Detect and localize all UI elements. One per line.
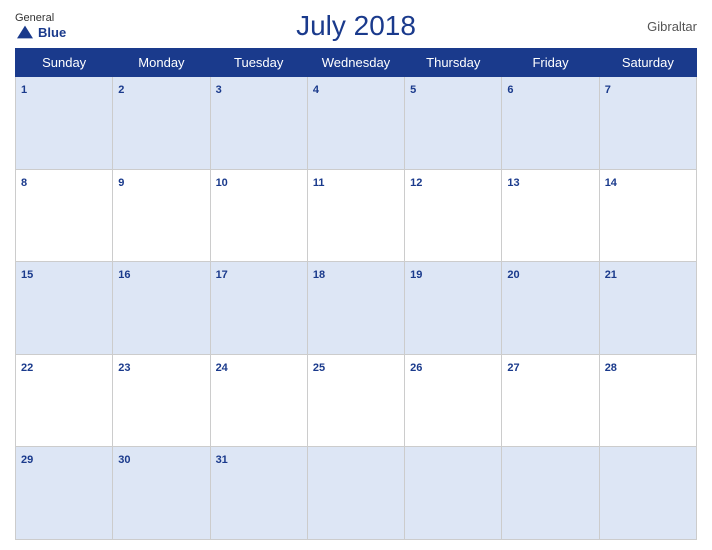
weekday-header-tuesday: Tuesday bbox=[210, 49, 307, 77]
date-number: 4 bbox=[313, 84, 319, 96]
weekday-header-thursday: Thursday bbox=[405, 49, 502, 77]
date-number: 6 bbox=[507, 84, 513, 96]
calendar-cell bbox=[599, 447, 696, 540]
calendar-cell: 29 bbox=[16, 447, 113, 540]
date-number: 26 bbox=[410, 362, 422, 374]
calendar-week-row: 8 9 10 11 12 13 14 bbox=[16, 169, 697, 262]
date-number: 31 bbox=[216, 454, 228, 466]
calendar-title: July 2018 bbox=[95, 10, 617, 42]
date-number: 10 bbox=[216, 177, 228, 189]
date-number: 3 bbox=[216, 84, 222, 96]
calendar-cell: 19 bbox=[405, 262, 502, 355]
calendar-cell: 15 bbox=[16, 262, 113, 355]
date-number: 30 bbox=[118, 454, 130, 466]
location-label: Gibraltar bbox=[617, 19, 697, 34]
date-number: 17 bbox=[216, 269, 228, 281]
calendar-week-row: 29 30 31 bbox=[16, 447, 697, 540]
calendar-cell: 23 bbox=[113, 354, 210, 447]
calendar-cell: 1 bbox=[16, 77, 113, 170]
calendar-table: SundayMondayTuesdayWednesdayThursdayFrid… bbox=[15, 48, 697, 540]
date-number: 22 bbox=[21, 362, 33, 374]
calendar-cell: 6 bbox=[502, 77, 599, 170]
calendar-cell: 2 bbox=[113, 77, 210, 170]
date-number: 9 bbox=[118, 177, 124, 189]
date-number: 12 bbox=[410, 177, 422, 189]
calendar-cell: 8 bbox=[16, 169, 113, 262]
weekday-header-row: SundayMondayTuesdayWednesdayThursdayFrid… bbox=[16, 49, 697, 77]
logo: General Blue bbox=[15, 12, 95, 40]
weekday-header-friday: Friday bbox=[502, 49, 599, 77]
date-number: 2 bbox=[118, 84, 124, 96]
date-number: 1 bbox=[21, 84, 27, 96]
date-number: 5 bbox=[410, 84, 416, 96]
date-number: 7 bbox=[605, 84, 611, 96]
calendar-cell: 14 bbox=[599, 169, 696, 262]
calendar-cell: 16 bbox=[113, 262, 210, 355]
calendar-cell: 9 bbox=[113, 169, 210, 262]
weekday-header-saturday: Saturday bbox=[599, 49, 696, 77]
calendar-cell: 31 bbox=[210, 447, 307, 540]
calendar-cell: 21 bbox=[599, 262, 696, 355]
weekday-header-monday: Monday bbox=[113, 49, 210, 77]
calendar-cell: 24 bbox=[210, 354, 307, 447]
calendar-cell: 27 bbox=[502, 354, 599, 447]
weekday-header-wednesday: Wednesday bbox=[307, 49, 404, 77]
date-number: 27 bbox=[507, 362, 519, 374]
date-number: 8 bbox=[21, 177, 27, 189]
date-number: 19 bbox=[410, 269, 422, 281]
calendar-cell: 3 bbox=[210, 77, 307, 170]
date-number: 13 bbox=[507, 177, 519, 189]
date-number: 14 bbox=[605, 177, 617, 189]
date-number: 28 bbox=[605, 362, 617, 374]
date-number: 23 bbox=[118, 362, 130, 374]
date-number: 29 bbox=[21, 454, 33, 466]
calendar-cell: 18 bbox=[307, 262, 404, 355]
calendar-cell: 13 bbox=[502, 169, 599, 262]
title-area: July 2018 bbox=[95, 10, 617, 42]
date-number: 11 bbox=[313, 177, 325, 189]
calendar-cell: 7 bbox=[599, 77, 696, 170]
date-number: 16 bbox=[118, 269, 130, 281]
calendar-cell: 5 bbox=[405, 77, 502, 170]
calendar-cell: 30 bbox=[113, 447, 210, 540]
calendar-cell: 25 bbox=[307, 354, 404, 447]
calendar-header: General Blue July 2018 Gibraltar bbox=[15, 10, 697, 42]
calendar-cell: 20 bbox=[502, 262, 599, 355]
calendar-week-row: 15 16 17 18 19 20 21 bbox=[16, 262, 697, 355]
calendar-cell: 4 bbox=[307, 77, 404, 170]
date-number: 24 bbox=[216, 362, 228, 374]
calendar-cell: 12 bbox=[405, 169, 502, 262]
weekday-header-sunday: Sunday bbox=[16, 49, 113, 77]
calendar-cell bbox=[307, 447, 404, 540]
logo-blue: Blue bbox=[38, 25, 66, 40]
date-number: 25 bbox=[313, 362, 325, 374]
logo-bird-icon bbox=[15, 24, 35, 40]
calendar-cell: 17 bbox=[210, 262, 307, 355]
calendar-cell: 11 bbox=[307, 169, 404, 262]
calendar-cell bbox=[502, 447, 599, 540]
date-number: 20 bbox=[507, 269, 519, 281]
calendar-cell: 10 bbox=[210, 169, 307, 262]
calendar-week-row: 1 2 3 4 5 6 7 bbox=[16, 77, 697, 170]
calendar-week-row: 22 23 24 25 26 27 28 bbox=[16, 354, 697, 447]
calendar-cell: 28 bbox=[599, 354, 696, 447]
date-number: 15 bbox=[21, 269, 33, 281]
date-number: 21 bbox=[605, 269, 617, 281]
calendar-cell: 22 bbox=[16, 354, 113, 447]
calendar-cell: 26 bbox=[405, 354, 502, 447]
calendar-cell bbox=[405, 447, 502, 540]
logo-general: General bbox=[15, 12, 54, 24]
date-number: 18 bbox=[313, 269, 325, 281]
